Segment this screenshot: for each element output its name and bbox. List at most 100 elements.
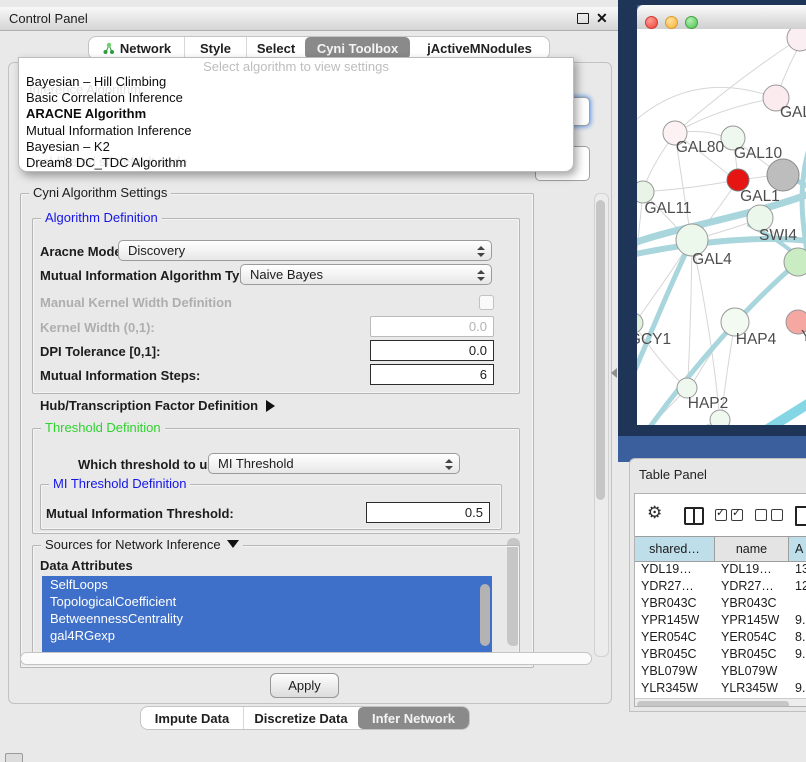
manual-kernel-checkbox[interactable] [479, 295, 494, 310]
which-threshold-select[interactable]: MI Threshold [208, 453, 460, 474]
network-node[interactable] [637, 313, 643, 333]
table-row[interactable]: YLR345WYLR345W9. [635, 679, 806, 696]
tab-network[interactable]: Network [89, 37, 184, 59]
expand-right-icon [266, 400, 275, 412]
attributes-scrollbar-thumb[interactable] [480, 584, 490, 646]
close-traffic-light-icon[interactable] [645, 16, 658, 29]
tab-infer-network[interactable]: Infer Network [358, 707, 469, 729]
network-node-label: GCY1 [637, 331, 671, 348]
unchecked-checkbox-icon[interactable] [755, 509, 767, 521]
group-title: Algorithm Definition [41, 210, 162, 225]
network-window-titlebar[interactable] [637, 5, 806, 30]
which-threshold-label: Which threshold to use: [78, 457, 226, 472]
network-icon [102, 42, 115, 55]
algorithm-option[interactable]: Mutual Information Inference [19, 123, 573, 139]
tab-impute-data[interactable]: Impute Data [141, 707, 243, 729]
table-row[interactable]: YBR043CYBR043C [635, 594, 806, 611]
network-edge[interactable] [802, 149, 806, 264]
field-value: 0.0 [469, 343, 487, 358]
network-node[interactable] [767, 159, 799, 191]
settings-scrollbar-track[interactable] [594, 193, 609, 657]
horizontal-scrollbar[interactable] [20, 652, 592, 665]
table-cell: YDR27… [635, 579, 715, 593]
ghost-label: Inference Algorithm [29, 82, 141, 97]
table-row[interactable]: YPR145WYPR145W9. [635, 611, 806, 628]
table-row[interactable]: YER054CYER054C8. [635, 628, 806, 645]
hub-definition-label: Hub/Transcription Factor Definition [40, 398, 258, 413]
network-node[interactable] [710, 410, 730, 425]
sources-expander[interactable]: Sources for Network Inference [41, 537, 243, 552]
network-view-canvas[interactable]: GALGAL80GAL10GAL1GAL11SWI4GAL4GCY1HAP4YH… [637, 29, 806, 425]
algorithm-option[interactable]: ARACNE Algorithm [19, 106, 573, 122]
tab-jactivemnodules[interactable]: jActiveMNodules [410, 37, 549, 59]
hub-definition-expander[interactable]: Hub/Transcription Factor Definition [40, 398, 275, 413]
tab-label: Network [120, 41, 171, 56]
aracne-mode-select[interactable]: Discovery [118, 240, 492, 261]
mi-type-select[interactable]: Naive Bayes [240, 264, 492, 285]
data-attribute-item[interactable]: SelfLoops [42, 576, 492, 593]
network-edge[interactable] [637, 87, 776, 119]
expand-down-icon [227, 540, 239, 548]
network-edge[interactable] [637, 240, 692, 379]
network-node-label: GAL11 [644, 200, 691, 217]
data-attribute-item[interactable]: gal4RGexp [42, 627, 492, 644]
mi-threshold-field[interactable]: 0.5 [366, 502, 490, 523]
table-cell: YER054C [715, 630, 789, 644]
float-icon[interactable] [577, 13, 589, 24]
table-panel-title: Table Panel [639, 467, 707, 482]
apply-button[interactable]: Apply [270, 673, 339, 698]
network-node-label: GAL4 [692, 251, 732, 268]
column-header-name[interactable]: name [715, 537, 789, 561]
network-canvas-svg: GALGAL80GAL10GAL1GAL11SWI4GAL4GCY1HAP4YH… [637, 29, 806, 425]
data-attribute-item[interactable]: TopologicalCoefficient [42, 593, 492, 610]
column-header-partial[interactable]: A [789, 537, 806, 561]
close-icon[interactable]: ✕ [596, 10, 608, 27]
combo-arrows-icon [477, 245, 485, 258]
zoom-traffic-light-icon[interactable] [685, 16, 698, 29]
tab-label: Cyni Toolbox [317, 41, 398, 56]
tab-style[interactable]: Style [184, 37, 246, 59]
column-header-shared-name[interactable]: shared… [635, 537, 715, 561]
network-node-label: HAP2 [688, 395, 729, 412]
table-row[interactable]: YBL079WYBL079W [635, 662, 806, 679]
network-edge[interactable] [763, 402, 806, 425]
unchecked-checkbox-icon[interactable] [771, 509, 783, 521]
table-scrollbar-thumb[interactable] [637, 701, 789, 707]
settings-scrollbar-thumb[interactable] [596, 200, 605, 500]
data-attributes-label: Data Attributes [40, 558, 133, 573]
splitter-collapse-handle[interactable] [611, 368, 617, 378]
document-icon[interactable] [795, 506, 806, 526]
algorithm-option[interactable]: Bayesian – K2 [19, 139, 573, 155]
table-row[interactable]: YBR045CYBR045C9. [635, 645, 806, 662]
table-cell: YBL079W [635, 664, 715, 678]
table-cell: YBL079W [715, 664, 789, 678]
table-row[interactable]: YDL19…YDL19…13 [635, 560, 806, 577]
mi-steps-field[interactable]: 6 [370, 364, 494, 385]
aracne-mode-label: Aracne Mode: [40, 244, 126, 259]
combo-arrows-icon [445, 458, 453, 471]
tab-cyni-toolbox[interactable]: Cyni Toolbox [305, 37, 410, 59]
dpi-tolerance-field[interactable]: 0.0 [370, 340, 494, 361]
mi-steps-label: Mutual Information Steps: [40, 368, 200, 383]
split-columns-icon[interactable] [684, 507, 704, 525]
table-horizontal-scrollbar[interactable] [635, 698, 806, 707]
table-cell: 9. [789, 647, 806, 661]
network-node-label: HAP4 [736, 331, 777, 348]
minimized-panel-icon[interactable] [5, 753, 23, 762]
apply-label: Apply [288, 678, 321, 693]
checked-checkbox-icon[interactable] [731, 509, 743, 521]
checked-checkbox-icon[interactable] [715, 509, 727, 521]
table-panel-window: Table Panel ⚙ shared… name A YDL19…YDL19… [629, 458, 806, 712]
gear-icon[interactable]: ⚙ [647, 503, 662, 523]
network-node[interactable] [787, 29, 806, 51]
kernel-width-field[interactable]: 0.0 [370, 316, 494, 337]
network-node-label: Y [801, 328, 806, 345]
kernel-width-label: Kernel Width (0,1): [40, 320, 155, 335]
data-attributes-list[interactable]: SelfLoopsTopologicalCoefficientBetweenne… [42, 576, 492, 652]
network-edge[interactable] [653, 180, 738, 191]
table-row[interactable]: YDR27…YDR27…12 [635, 577, 806, 594]
minimize-traffic-light-icon[interactable] [665, 16, 678, 29]
tab-discretize-data[interactable]: Discretize Data [243, 707, 358, 729]
tab-select[interactable]: Select [246, 37, 305, 59]
data-attribute-item[interactable]: BetweennessCentrality [42, 610, 492, 627]
